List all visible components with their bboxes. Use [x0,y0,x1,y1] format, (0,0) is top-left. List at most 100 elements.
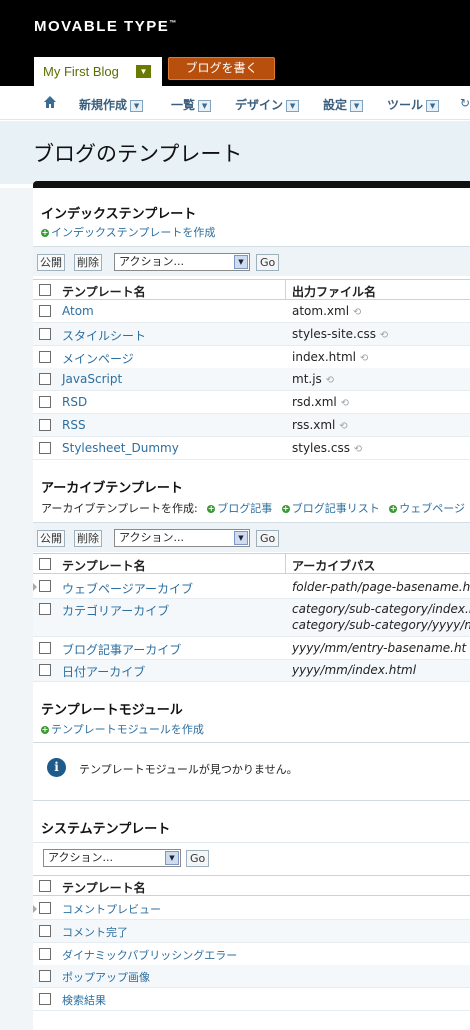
action-select[interactable]: アクション... ▼ [43,849,181,867]
table-row[interactable]: 検索結果 [33,988,470,1011]
go-button[interactable]: Go [256,254,280,271]
global-header: MOVABLE TYPE™ My First Blog ▼ ブログを書く [0,0,470,86]
action-select[interactable]: アクション... ▼ [114,529,250,547]
row-checkbox[interactable] [39,970,51,982]
table-row[interactable]: ウェブページアーカイブ folder-path/page-basename.h [33,575,470,599]
chevron-down-icon[interactable]: ▼ [350,99,364,112]
row-checkbox[interactable] [39,664,51,676]
row-checkbox[interactable] [39,993,51,1005]
nav-list[interactable]: 一覧 ▼ [171,96,212,113]
create-entry-archive-link[interactable]: + ブログ記事 [207,502,272,515]
plus-icon: + [207,504,216,513]
chevron-down-icon[interactable]: ▼ [136,65,151,78]
template-name-link[interactable]: RSS [62,418,86,432]
system-templates-section: システムテンプレート アクション... ▼ Go テンプレート名 コメントプレビュ… [33,801,470,1030]
table-row[interactable]: 日付アーカイブ yyyy/mm/index.html [33,660,470,682]
create-entry-list-archive-link[interactable]: + ブログ記事リスト [281,502,380,515]
archive-templates-section: アーカイブテンプレート アーカイブテンプレートを作成: + ブログ記事 + ブログ記… [33,468,470,682]
template-name-link[interactable]: カテゴリアーカイブ [62,602,169,619]
template-name-link[interactable]: ブログ記事アーカイブ [62,641,181,658]
nav-design[interactable]: デザイン ▼ [235,96,300,113]
template-name-link[interactable]: コメントプレビュー [62,901,161,917]
table-row[interactable]: コメントプレビュー [33,897,470,920]
system-toolbar: アクション... ▼ Go [33,842,470,872]
column-header-path[interactable]: アーカイブパス [292,557,375,574]
nav-tools[interactable]: ツール ▼ [387,96,440,113]
template-name-link[interactable]: 日付アーカイブ [62,663,145,680]
table-row[interactable]: ブログ記事アーカイブ yyyy/mm/entry-basename.ht [33,637,470,660]
action-select[interactable]: アクション... ▼ [114,253,250,271]
create-page-archive-link[interactable]: + ウェブページ [389,502,465,515]
select-all-checkbox[interactable] [39,880,51,892]
row-checkbox[interactable] [39,580,51,592]
row-checkbox[interactable] [39,419,51,431]
row-checkbox[interactable] [39,948,51,960]
publish-button[interactable]: 公開 [37,530,65,547]
refresh-icon[interactable]: ↻ [460,96,470,110]
section-title: システムテンプレート [41,822,171,837]
select-all-checkbox[interactable] [39,558,51,570]
table-row[interactable]: JavaScript mt.js ⟲ [33,368,470,391]
table-row[interactable]: Atom atom.xml ⟲ [33,300,470,323]
table-row[interactable]: カテゴリアーカイブ category/sub-category/index.h … [33,599,470,637]
column-header-name[interactable]: テンプレート名 [62,557,146,574]
go-button[interactable]: Go [256,530,280,547]
template-name-link[interactable]: コメント完了 [62,924,128,940]
row-checkbox[interactable] [39,305,51,317]
row-pointer-icon [33,583,37,591]
template-name-link[interactable]: メインページ [62,350,134,367]
template-name-link[interactable]: Stylesheet_Dummy [62,441,179,455]
delete-button[interactable]: 削除 [74,254,102,271]
row-checkbox[interactable] [39,442,51,454]
table-row[interactable]: ダイナミックパブリッシングエラー [33,943,470,966]
table-row[interactable]: RSD rsd.xml ⟲ [33,391,470,414]
output-file-name: index.html [292,350,356,364]
nav-settings[interactable]: 設定 ▼ [323,96,364,113]
template-name-link[interactable]: スタイルシート [62,327,146,344]
column-header-name[interactable]: テンプレート名 [62,879,146,896]
template-name-link[interactable]: ポップアップ画像 [62,969,150,985]
go-button[interactable]: Go [186,850,210,867]
home-icon[interactable] [43,95,57,109]
row-checkbox[interactable] [39,925,51,937]
create-module-link[interactable]: + テンプレートモジュールを作成 [41,721,204,737]
row-checkbox[interactable] [39,902,51,914]
row-checkbox[interactable] [39,603,51,615]
column-header-file[interactable]: 出力ファイル名 [292,283,376,300]
row-checkbox[interactable] [39,351,51,363]
template-name-link[interactable]: Atom [62,304,94,318]
table-row[interactable]: RSS rss.xml ⟲ [33,414,470,437]
template-name-link[interactable]: 検索結果 [62,992,106,1008]
row-checkbox[interactable] [39,396,51,408]
plus-icon: + [41,228,49,237]
row-checkbox[interactable] [39,642,51,654]
table-row[interactable]: ポップアップ画像 [33,965,470,988]
chevron-down-icon[interactable]: ▼ [130,99,144,112]
section-title: アーカイブテンプレート [41,481,183,496]
template-name-link[interactable]: ダイナミックパブリッシングエラー [62,947,237,963]
select-all-checkbox[interactable] [39,284,51,296]
chevron-down-icon[interactable]: ▼ [286,99,300,112]
row-checkbox[interactable] [39,328,51,340]
row-checkbox[interactable] [39,373,51,385]
create-index-template-link[interactable]: + インデックステンプレートを作成 [41,224,215,240]
nav-create[interactable]: 新規作成 ▼ [79,96,144,113]
index-toolbar: 公開 削除 アクション... ▼ Go [33,246,470,276]
publish-button[interactable]: 公開 [37,254,65,271]
chevron-down-icon[interactable]: ▼ [426,99,440,112]
template-name-link[interactable]: RSD [62,395,87,409]
blog-selector[interactable]: My First Blog ▼ [34,57,162,86]
column-divider [285,280,286,299]
movable-type-logo[interactable]: MOVABLE TYPE™ [34,18,178,35]
delete-button[interactable]: 削除 [74,530,102,547]
plus-icon: + [41,725,49,734]
template-name-link[interactable]: ウェブページアーカイブ [62,580,193,597]
template-name-link[interactable]: JavaScript [62,372,122,386]
table-row[interactable]: メインページ index.html ⟲ [33,346,470,369]
write-entry-button[interactable]: ブログを書く [168,57,275,80]
table-row[interactable]: Stylesheet_Dummy styles.css ⟲ [33,437,470,460]
column-header-name[interactable]: テンプレート名 [62,283,146,300]
chevron-down-icon[interactable]: ▼ [198,99,212,112]
table-row[interactable]: スタイルシート styles-site.css ⟲ [33,323,470,346]
table-row[interactable]: コメント完了 [33,920,470,943]
